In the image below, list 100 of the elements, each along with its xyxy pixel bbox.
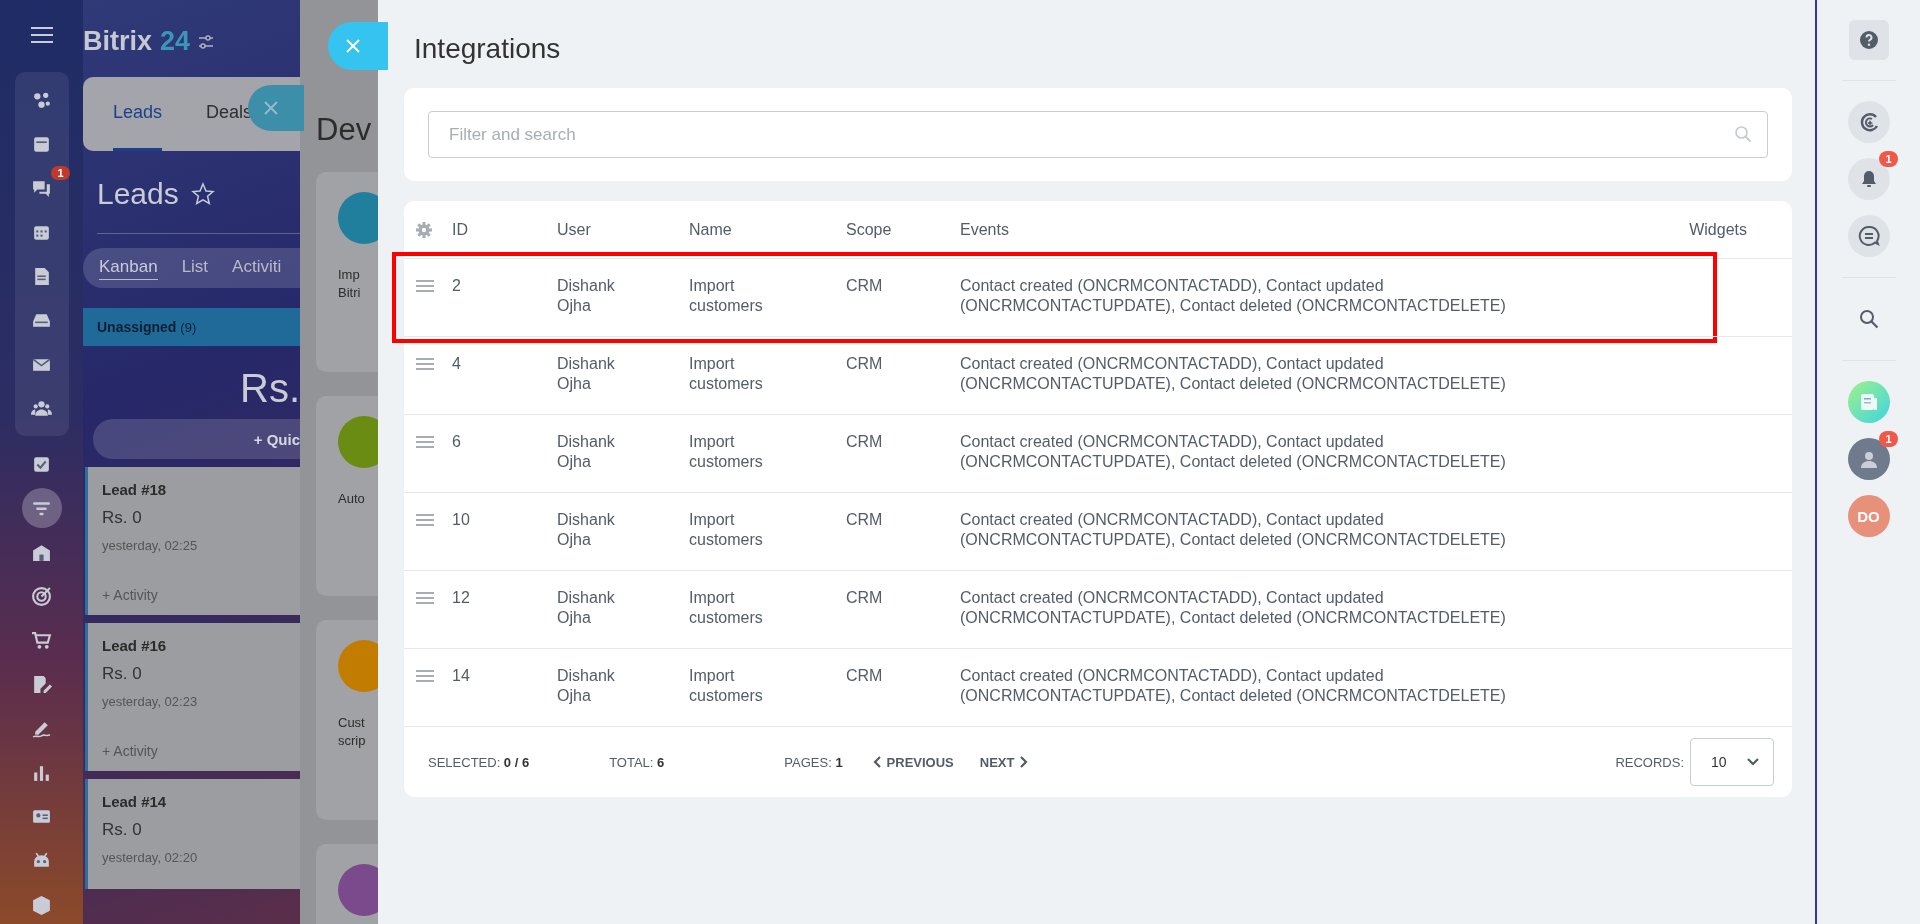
column-total: Rs.	[239, 365, 300, 411]
help-button[interactable]	[1848, 20, 1889, 60]
column-header[interactable]: Scope	[846, 220, 960, 239]
lead-title: Lead #16	[102, 637, 168, 654]
column-header[interactable]: Name	[689, 220, 846, 239]
records-dropdown[interactable]: 10	[1690, 738, 1774, 786]
table-cell-text: 6	[452, 432, 462, 452]
table-cell-text: Dishank Ojha	[557, 276, 616, 316]
logo-number: 24	[160, 26, 191, 57]
lead-card[interactable]: Lead #14 Rs. 0 yesterday, 02:20	[85, 779, 300, 889]
logo-text: Bitrix	[83, 26, 153, 57]
sliders-icon[interactable]	[198, 33, 215, 50]
total-count: TOTAL: 6	[609, 754, 665, 770]
table-cell-text: Import customers	[689, 432, 764, 472]
table-cell-text: 10	[452, 510, 471, 530]
drag-handle-icon[interactable]	[416, 592, 434, 604]
table-cell-text: Contact created (ONCRMCONTACTADD), Contact updated (ONCRMCONTACTUPDATE), Contact deleted (ONCRMCONTACTDELETE)	[960, 510, 1507, 550]
panel-title: Dev	[316, 112, 373, 148]
column-header[interactable]: User	[557, 220, 689, 239]
lead-amount: Rs. 0	[102, 664, 143, 684]
drag-handle-icon[interactable]	[416, 358, 434, 370]
search-icon	[1857, 308, 1880, 330]
records-label: RECORDS:	[1615, 754, 1684, 770]
notification-badge: 1	[1879, 151, 1898, 167]
table-cell-text: CRM	[846, 276, 884, 296]
app-card[interactable]: Auto	[316, 396, 378, 596]
copilot-button[interactable]	[1847, 101, 1890, 143]
target-icon	[31, 585, 52, 607]
table-cell-text: CRM	[846, 666, 884, 686]
table-cell-text: Contact created (ONCRMCONTACTADD), Contact updated (ONCRMCONTACTUPDATE), Contact deleted (ONCRMCONTACTDELETE)	[960, 276, 1507, 316]
table-cell-text: Import customers	[689, 666, 764, 706]
tab[interactable]: Leads	[113, 77, 163, 151]
drag-handle-icon[interactable]	[416, 514, 434, 526]
column-header[interactable]: Widgets	[1647, 220, 1747, 239]
chat-button[interactable]	[1847, 215, 1890, 257]
table-cell-text: CRM	[846, 588, 884, 608]
lead-card[interactable]: Lead #16 Rs. 0 yesterday, 02:23 + Activity	[85, 623, 300, 771]
drag-handle-icon[interactable]	[416, 280, 434, 292]
table-cell-text: Dishank Ojha	[557, 354, 616, 394]
column-header[interactable]: ID	[452, 220, 557, 239]
notification-badge: 1	[51, 166, 70, 180]
drag-handle-icon[interactable]	[416, 436, 434, 448]
lead-amount: Rs. 0	[102, 820, 143, 840]
drag-handle-icon[interactable]	[416, 670, 434, 682]
next-button[interactable]: NEXT	[979, 754, 1029, 770]
lead-time: yesterday, 02:25	[102, 538, 199, 553]
nav-item[interactable]	[21, 488, 62, 528]
table-cell-text: CRM	[846, 432, 884, 452]
view-tab[interactable]: Activiti	[232, 257, 282, 279]
table-cell-text: Import customers	[689, 588, 764, 628]
table-cell-text: 14	[452, 666, 471, 686]
table-cell-text: Import customers	[689, 510, 764, 550]
question-icon	[1858, 30, 1879, 50]
lead-time: yesterday, 02:20	[102, 850, 199, 865]
close-icon	[346, 39, 360, 53]
lead-title: Lead #18	[102, 481, 168, 498]
table-cell-text: Dishank Ojha	[557, 432, 616, 472]
view-tab[interactable]: Kanban	[99, 256, 158, 280]
quick-add-button[interactable]: + Quic	[93, 419, 300, 459]
close-button[interactable]	[328, 22, 388, 70]
previous-button[interactable]: PREVIOUS	[872, 754, 954, 770]
caret-icon	[1747, 758, 1759, 766]
cart-icon	[31, 629, 52, 651]
table-cell-text: Import customers	[689, 276, 764, 316]
view-tab[interactable]: List	[181, 257, 209, 279]
table-cell-text: 4	[452, 354, 462, 374]
table-cell-text: Dishank Ojha	[557, 510, 616, 550]
notification-badge: 1	[1879, 431, 1898, 447]
app-card[interactable]: Imp Bitri	[316, 172, 378, 372]
pages-count: PAGES: 1	[784, 754, 843, 770]
chevron-left-icon	[872, 756, 881, 768]
panel-title: Integrations	[414, 34, 562, 64]
table-cell-text: CRM	[846, 354, 884, 374]
table-cell-text: Dishank Ojha	[557, 666, 616, 706]
menu-icon	[30, 26, 53, 44]
app-description: Auto	[338, 490, 366, 508]
lead-time: yesterday, 02:23	[102, 694, 199, 709]
lead-card[interactable]: Lead #18 Rs. 0 yesterday, 02:25 + Activity	[85, 467, 300, 615]
app-description: Cust scrip	[338, 714, 367, 750]
tab[interactable]: Deals	[206, 77, 253, 151]
lead-title: Lead #14	[102, 793, 168, 810]
column-count: (9)	[180, 319, 197, 335]
table-cell-text: Dishank Ojha	[557, 588, 616, 628]
star-icon[interactable]	[190, 182, 215, 206]
table-cell-text: 2	[452, 276, 462, 296]
edit-icon	[31, 673, 52, 695]
column-header[interactable]: Events	[960, 220, 1647, 239]
menu-button[interactable]	[30, 26, 53, 44]
table-cell-text: Import customers	[689, 354, 764, 394]
table-cell-text: Contact created (ONCRMCONTACTADD), Contact updated (ONCRMCONTACTUPDATE), Contact deleted (ONCRMCONTACTDELETE)	[960, 354, 1507, 394]
table-cell-text: Contact created (ONCRMCONTACTADD), Contact updated (ONCRMCONTACTUPDATE), Contact deleted (ONCRMCONTACTDELETE)	[960, 666, 1507, 706]
app-card[interactable]: Cust scrip	[316, 620, 378, 820]
chevron-right-icon	[1020, 756, 1029, 768]
box-icon	[31, 893, 52, 915]
selected-count: SELECTED: 0 / 6	[428, 754, 530, 770]
chat-icon	[1857, 225, 1880, 247]
search-field[interactable]: Filter and search	[428, 111, 1768, 158]
lead-amount: Rs. 0	[102, 508, 143, 528]
page-title: Leads	[97, 177, 179, 211]
table-cell-text: Contact created (ONCRMCONTACTADD), Contact updated (ONCRMCONTACTUPDATE), Contact deleted (ONCRMCONTACTDELETE)	[960, 588, 1507, 628]
